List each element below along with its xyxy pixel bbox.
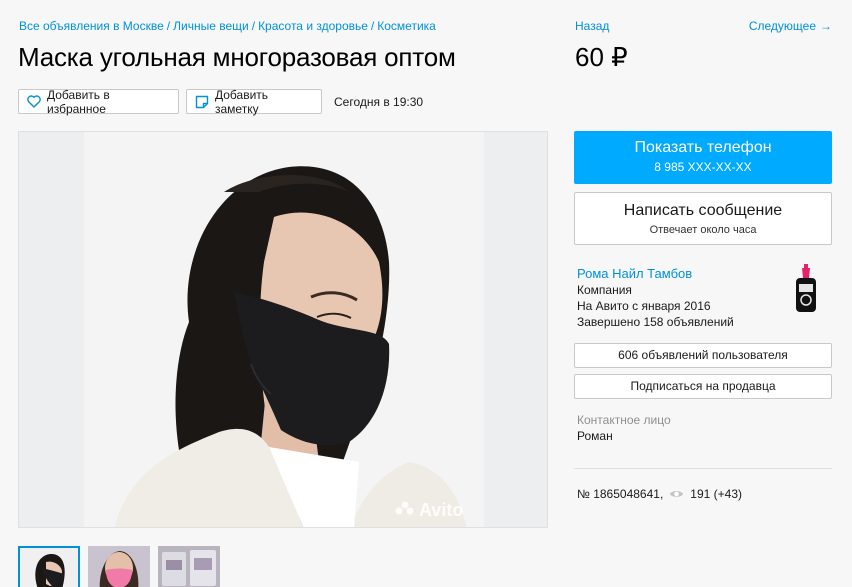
write-message-button[interactable]: Написать сообщение Отвечает около часа [574, 192, 832, 245]
response-time: Отвечает около часа [649, 224, 757, 236]
item-number: № 1865048641, [577, 487, 664, 501]
listing-price: 60 ₽ [575, 42, 628, 72]
item-meta: № 1865048641, 191 (+43) [577, 487, 742, 501]
heart-icon [27, 95, 41, 108]
next-link[interactable]: Следующее → [749, 19, 832, 33]
avito-watermark: Avito [395, 500, 463, 521]
breadcrumb-separator: / [251, 19, 256, 33]
add-to-favorites-button[interactable]: Добавить в избранное [18, 87, 179, 116]
seller-name-link[interactable]: Рома Найл Тамбов [577, 266, 692, 281]
contact-person-name: Роман [577, 429, 613, 443]
show-phone-button[interactable]: Показать телефон 8 985 XXX-XX-XX [574, 131, 832, 184]
breadcrumb-separator: / [166, 19, 171, 33]
show-phone-label: Показать телефон [634, 139, 772, 156]
breadcrumb-item-personal-items[interactable]: Личные вещи [173, 19, 249, 33]
thumbnail-2[interactable] [88, 546, 150, 587]
breadcrumb-item-beauty-health[interactable]: Красота и здоровье [258, 19, 368, 33]
contact-person-label: Контактное лицо [577, 413, 671, 427]
phone-number-masked: 8 985 XXX-XX-XX [654, 160, 752, 174]
thumbnail-3-image [158, 546, 220, 587]
write-message-label: Написать сообщение [623, 202, 783, 219]
page-title: Маска угольная многоразовая оптом [18, 42, 456, 72]
add-note-label: Добавить заметку [215, 87, 269, 116]
watermark-text: Avito [419, 500, 464, 520]
add-to-favorites-label: Добавить в избранное [47, 87, 110, 116]
breadcrumb-separator: / [370, 19, 375, 33]
main-photo[interactable] [18, 131, 548, 528]
next-link-label: Следующее [748, 19, 816, 33]
thumbnail-1-image [20, 548, 78, 587]
avito-logo-icon [395, 500, 415, 521]
seller-since: На Авито с января 2016 [577, 299, 711, 313]
breadcrumb: Все объявления в Москве / Личные вещи / Крас… [19, 19, 436, 33]
published-date: Сегодня в 19:30 [334, 95, 424, 109]
thumbnail-strip [18, 546, 220, 587]
seller-completed: Завершено 158 объявлений [577, 315, 734, 329]
seller-type: Компания [577, 283, 632, 297]
view-count: 191 (+43) [690, 487, 742, 501]
subscribe-seller-button[interactable]: Подписаться на продавца [574, 374, 832, 399]
breadcrumb-item-cosmetics[interactable]: Косметика [377, 19, 436, 33]
arrow-right-icon: → [820, 19, 832, 33]
thumbnail-2-image [88, 546, 150, 587]
eye-icon [669, 489, 684, 499]
thumbnail-3[interactable] [158, 546, 220, 587]
breadcrumb-item-all-ads[interactable]: Все объявления в Москве [19, 19, 164, 33]
note-icon [195, 95, 209, 109]
product-photo-image [19, 132, 547, 527]
divider [574, 468, 832, 469]
back-link[interactable]: Назад [575, 19, 609, 33]
add-note-button[interactable]: Добавить заметку [186, 87, 322, 116]
seller-avatar[interactable] [791, 264, 821, 314]
thumbnail-1[interactable] [18, 546, 80, 587]
user-ads-button[interactable]: 606 объявлений пользователя [574, 343, 832, 368]
